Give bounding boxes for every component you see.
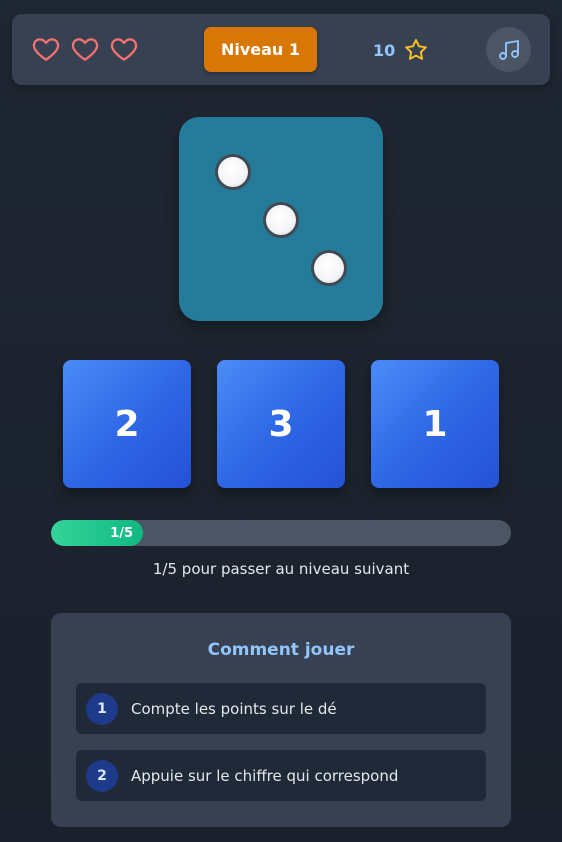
die-pip — [263, 202, 299, 238]
music-note-icon — [497, 38, 521, 62]
progress-fill: 1/5 — [51, 520, 143, 546]
score-display: 10 — [373, 36, 429, 64]
level-button[interactable]: Niveau 1 — [204, 27, 317, 72]
how-to-play-title: Comment jouer — [207, 640, 355, 660]
star-icon — [403, 37, 429, 63]
instruction-step: 2 Appuie sur le chiffre qui correspond — [76, 750, 486, 801]
score-value: 10 — [373, 40, 396, 60]
die-pip — [215, 154, 251, 190]
music-toggle-button[interactable] — [486, 27, 531, 72]
answer-button-3[interactable]: 3 — [217, 360, 345, 488]
step-text: Compte les points sur le dé — [131, 699, 337, 718]
heart-icon — [31, 34, 61, 64]
answer-button-1[interactable]: 1 — [371, 360, 499, 488]
heart-icon — [109, 34, 139, 64]
progress-bar: 1/5 — [51, 520, 511, 546]
answer-button-2[interactable]: 2 — [63, 360, 191, 488]
game-header: Niveau 1 10 — [12, 14, 550, 85]
die-pip — [311, 250, 347, 286]
progress-caption: 1/5 pour passer au niveau suivant — [152, 560, 410, 578]
lives-indicator — [31, 34, 139, 64]
instruction-step: 1 Compte les points sur le dé — [76, 683, 486, 734]
progress-label: 1/5 — [110, 525, 133, 541]
die-face — [179, 117, 383, 321]
how-to-play-panel: Comment jouer 1 Compte les points sur le… — [51, 613, 511, 827]
step-number-badge: 1 — [86, 692, 118, 725]
step-text: Appuie sur le chiffre qui correspond — [131, 766, 399, 785]
step-number-badge: 2 — [86, 759, 118, 792]
heart-icon — [70, 34, 100, 64]
